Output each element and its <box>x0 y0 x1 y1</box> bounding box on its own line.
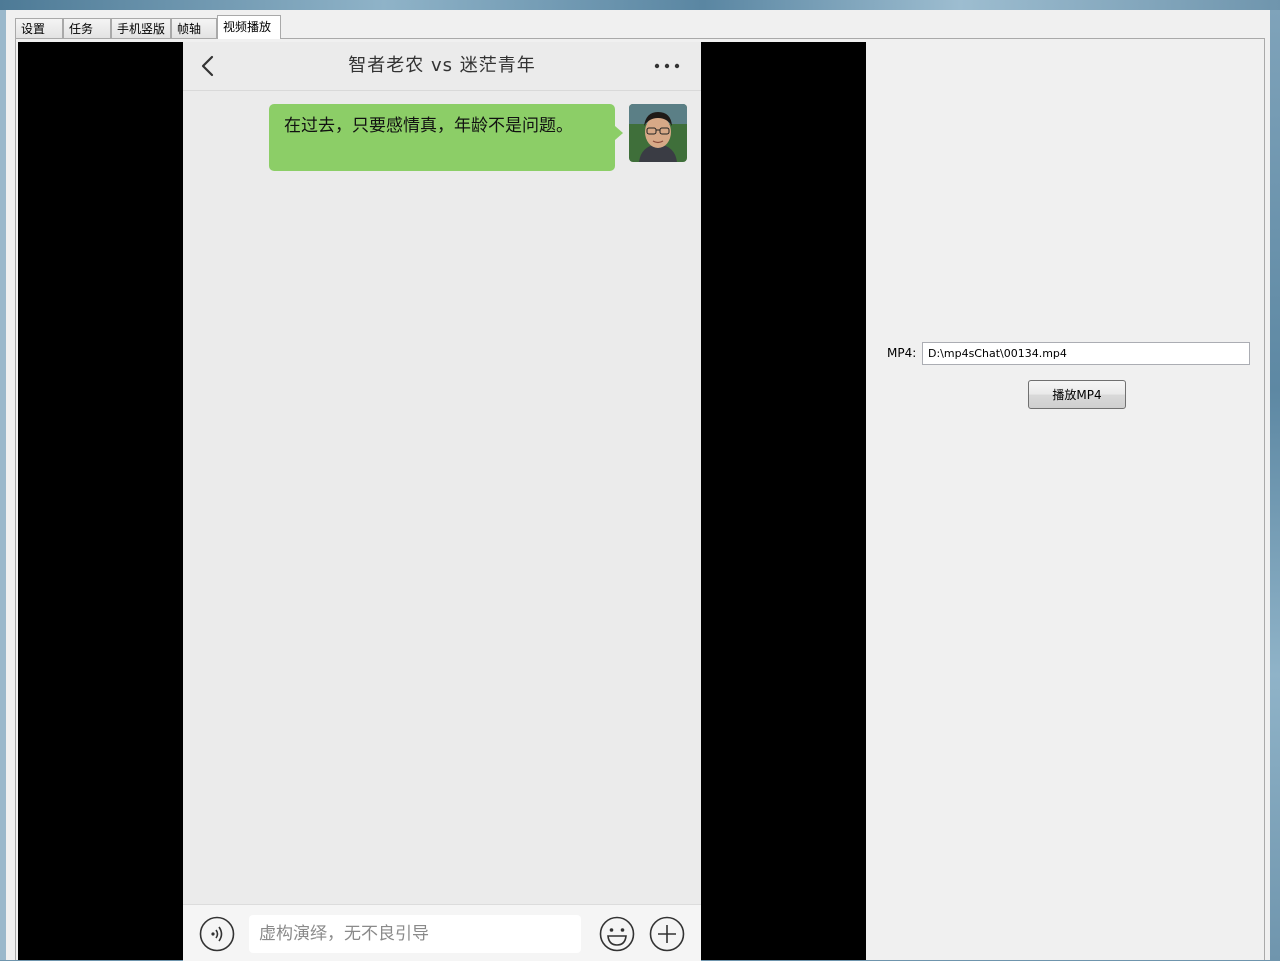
plus-icon[interactable] <box>648 915 686 953</box>
window-right-edge <box>1270 10 1280 960</box>
bubble-tail <box>615 126 623 140</box>
play-mp4-button[interactable]: 播放MP4 <box>1028 380 1126 409</box>
tab-frame-axis[interactable]: 帧轴 <box>171 18 217 38</box>
message-input[interactable] <box>249 915 581 953</box>
chat-header: 智者老农 vs 迷茫青年 <box>183 42 701 91</box>
chat-video-frame: 智者老农 vs 迷茫青年 在过去，只要感情真，年龄不是问题。 <box>183 42 701 961</box>
tab-phone-portrait[interactable]: 手机竖版 <box>111 18 171 38</box>
tab-video-playback[interactable]: 视频播放 <box>217 15 281 39</box>
emoji-icon[interactable] <box>598 915 636 953</box>
tab-tasks[interactable]: 任务 <box>63 18 111 38</box>
avatar-photo <box>629 104 687 162</box>
voice-icon[interactable] <box>198 915 236 953</box>
message-bubble: 在过去，只要感情真，年龄不是问题。 <box>269 104 615 171</box>
mp4-path-label: MP4: <box>887 346 917 360</box>
window-title-strip <box>0 0 1280 10</box>
mp4-path-field[interactable] <box>922 342 1250 365</box>
chat-input-bar <box>183 904 701 961</box>
chat-title: 智者老农 vs 迷茫青年 <box>348 55 536 76</box>
more-dots-icon[interactable] <box>649 56 685 76</box>
tab-settings[interactable]: 设置 <box>15 18 63 38</box>
back-arrow-icon[interactable] <box>197 54 221 78</box>
